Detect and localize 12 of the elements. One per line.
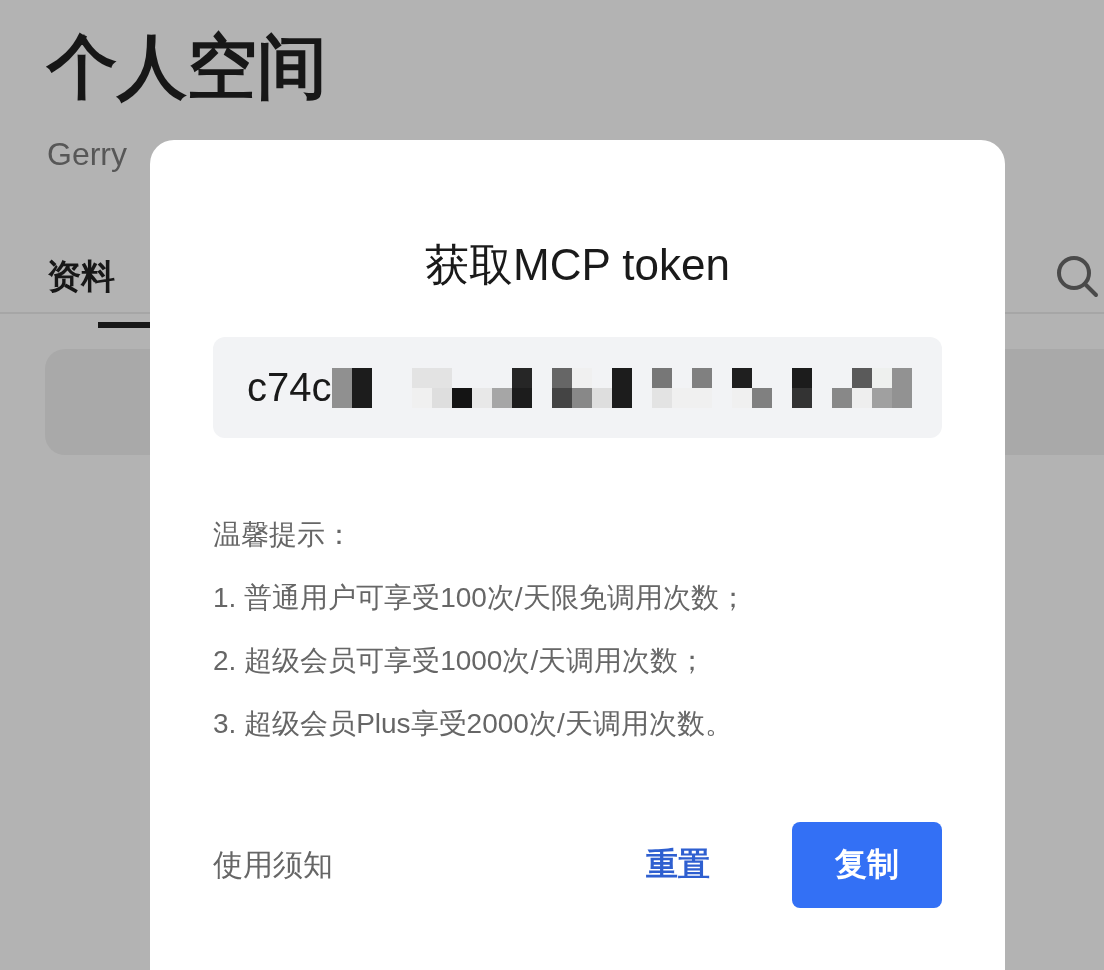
dialog-title: 获取MCP token	[424, 239, 731, 291]
user-name: Gerry	[47, 135, 127, 174]
search-icon[interactable]	[1054, 253, 1100, 299]
page-title: 个人空间	[47, 27, 328, 108]
reset-button[interactable]: 重置	[646, 843, 710, 887]
usage-notice-link[interactable]: 使用须知	[213, 844, 333, 886]
tip-text: 3. 超级会员Plus享受2000次/天调用次数。	[213, 707, 734, 741]
copy-button[interactable]: 复制	[792, 822, 942, 908]
token-field[interactable]: c74c	[213, 337, 942, 438]
tip-text: 2. 超级会员可享受1000次/天调用次数；	[213, 644, 708, 678]
tip-text: 1. 普通用户可享受100次/天限免调用次数；	[213, 581, 748, 615]
tips-heading: 温馨提示：	[213, 518, 354, 552]
